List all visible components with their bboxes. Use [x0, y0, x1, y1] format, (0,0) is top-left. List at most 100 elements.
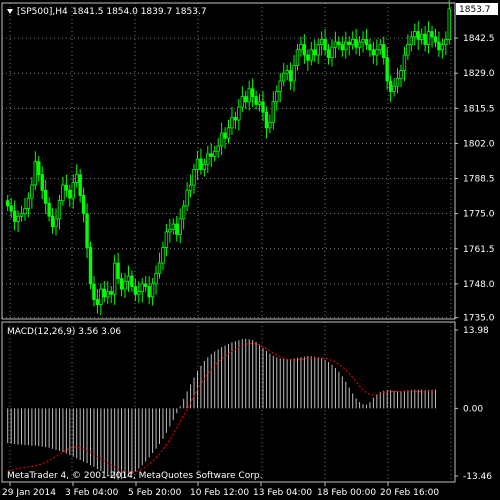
candle-body-bear [323, 39, 327, 51]
candle-body-bear [250, 88, 255, 98]
time-tick-label: 29 Jan 2014 [2, 488, 56, 498]
candle-body-bull [213, 150, 217, 157]
candle-body-bear [144, 283, 148, 287]
price-tick-label: 1815.5 [463, 104, 495, 114]
candle-body-bull [106, 291, 110, 298]
candle-body-bull [292, 65, 296, 82]
price-tick-label: 1761.5 [463, 245, 495, 255]
candle-body-bull [378, 44, 382, 51]
candle-body-bear [264, 111, 269, 129]
candle-body-bull [168, 228, 172, 233]
candle-body-bull [123, 280, 127, 290]
candle-body-bull [257, 101, 262, 105]
candle-body-bull [112, 262, 117, 295]
candle-body-bear [78, 174, 82, 196]
candle-body-bear [85, 213, 89, 248]
candle-body-bull [30, 184, 34, 199]
candle-body-bull [299, 44, 303, 51]
candle-body-bull [171, 223, 176, 230]
time-tick-label: 13 Feb 04:00 [253, 488, 312, 498]
candle-body-bull [330, 46, 334, 59]
candle-body-bear [385, 57, 389, 82]
candle-body-bear [88, 247, 93, 285]
candle-body-bull [154, 273, 158, 285]
candle-body-bear [175, 223, 179, 235]
candle-body-bear [109, 291, 113, 295]
candle-body-bull [157, 262, 162, 274]
candle-body-bear [50, 215, 55, 228]
candle-body-bull [202, 163, 207, 170]
candle-body-bull [26, 197, 31, 209]
candle-body-bear [233, 117, 238, 121]
candle-body-bear [43, 189, 48, 204]
candle-body-bear [130, 275, 134, 287]
candle-body-bear [95, 299, 100, 306]
candle-body-bull [392, 85, 396, 92]
candle-body-bull [181, 205, 186, 220]
candle-body-bear [209, 153, 213, 157]
candle-body-bull [426, 31, 431, 46]
candle-body-bear [40, 174, 44, 191]
candle-body-bull [16, 215, 20, 222]
candle-body-bear [347, 41, 351, 46]
candle-body-bull [295, 49, 300, 66]
price-tick-label: 1748.0 [463, 280, 495, 290]
copyright-text: MetaTrader 4, © 2001-2014, MetaQuotes So… [7, 471, 263, 481]
candle-body-bull [447, 8, 451, 40]
candle-body-bull [357, 41, 362, 48]
price-tick-label: 1829.0 [463, 69, 495, 79]
candle-body-bull [395, 78, 400, 87]
candle-body-bull [247, 88, 251, 103]
candle-body-bear [81, 195, 86, 215]
candle-body-bull [71, 182, 75, 199]
candle-body-bull [33, 161, 38, 186]
candle-body-bull [61, 184, 65, 202]
candle-body-bear [12, 210, 17, 222]
candle-body-bull [375, 49, 379, 56]
candle-body-bull [140, 283, 144, 293]
candle-body-bull [99, 288, 103, 306]
candle-body-bull [316, 44, 320, 56]
candle-body-bear [254, 96, 258, 105]
candle-body-bull [57, 200, 62, 220]
candle-body-bull [240, 96, 244, 108]
candle-body-bull [23, 208, 27, 215]
candle-body-bull [188, 184, 193, 191]
candle-body-bear [133, 286, 138, 295]
candle-body-bear [223, 132, 227, 139]
candle-body-bull [54, 218, 58, 228]
candle-body-bear [313, 49, 317, 56]
macd-header-label: MACD(12,26,9) 3.56 3.06 [7, 327, 121, 337]
candle-body-bull [226, 127, 231, 139]
price-header-symbol: [SP500],H4 [17, 7, 68, 17]
candle-body-bear [337, 41, 341, 46]
candle-body-bull [444, 39, 448, 46]
candle-body-bear [437, 41, 441, 51]
candle-body-bear [261, 101, 265, 113]
candle-body-bear [306, 54, 310, 61]
candle-body-bull [399, 70, 403, 79]
candle-body-bull [178, 218, 182, 235]
time-tick-label: 10 Feb 12:00 [190, 488, 249, 498]
candle-body-bear [388, 80, 393, 92]
candle-body-bear [64, 184, 69, 191]
candle-body-bear [364, 39, 369, 46]
time-tick-label: 18 Feb 00:00 [317, 488, 376, 498]
price-tick-label: 1842.5 [463, 34, 495, 44]
candle-body-bear [119, 278, 124, 290]
candle-body-bull [219, 132, 224, 147]
candle-body-bear [368, 44, 372, 51]
price-tick-label: 1788.5 [463, 175, 495, 185]
candle-body-bear [423, 33, 427, 46]
candle-body-bull [161, 247, 165, 264]
candle-body-bull [344, 41, 348, 51]
candle-body-bull [402, 54, 407, 72]
macd-tick-label: 0.00 [463, 404, 483, 414]
candle-body-bear [371, 49, 376, 56]
candle-body-bear [430, 31, 434, 38]
candle-body-bear [47, 202, 51, 217]
candle-body-bull [275, 91, 279, 103]
candle-body-bull [75, 174, 79, 183]
candle-body-bear [37, 161, 41, 176]
mt4-chart-window[interactable]: [SP500],H4 1841.5 1854.0 1839.7 1853.7 1… [0, 0, 500, 500]
